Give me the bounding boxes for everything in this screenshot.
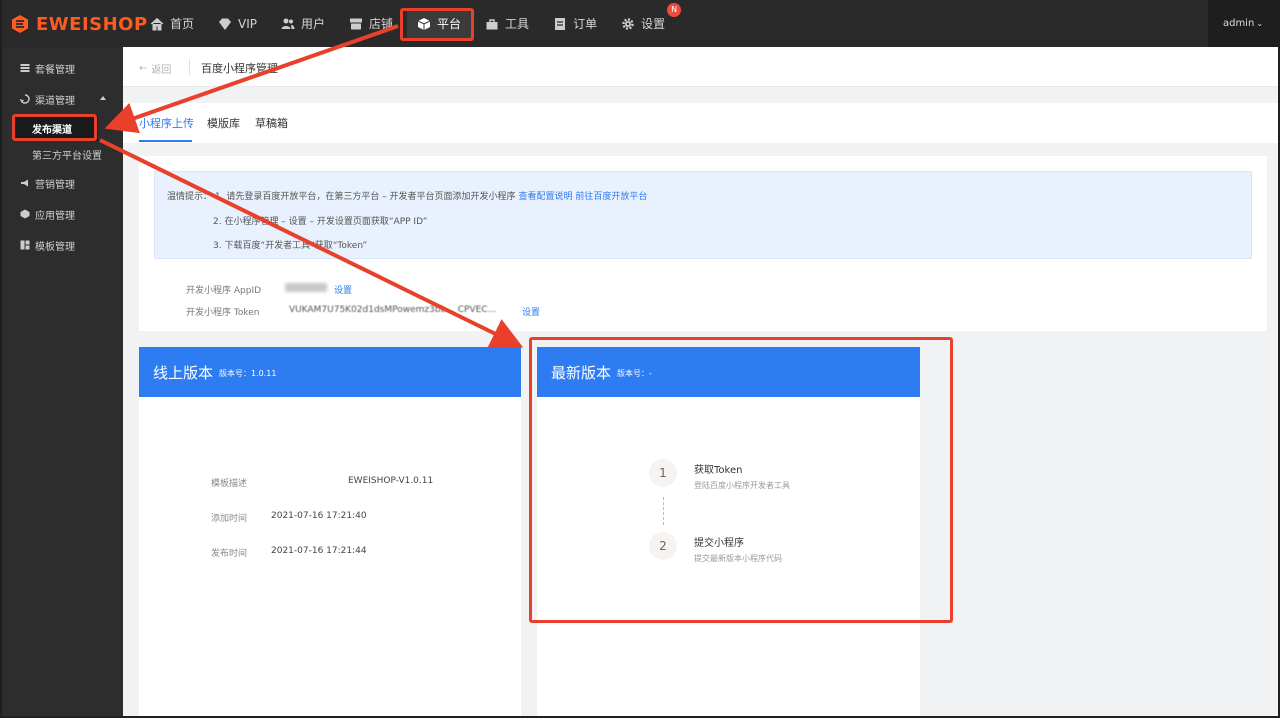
arrow-left-icon: ← xyxy=(139,63,148,74)
caret-up-icon xyxy=(100,96,106,100)
breadcrumb: ← 返回 百度小程序管理 xyxy=(123,47,1278,87)
brand-name: EWEISHOP xyxy=(36,13,148,35)
tab-upload[interactable]: 小程序上传 xyxy=(139,115,194,131)
appid-value-redacted xyxy=(285,283,327,292)
sidebar-item-marketing[interactable]: 营销管理 xyxy=(2,171,123,195)
template-desc-value: EWEISHOP-V1.0.11 xyxy=(348,476,434,486)
toolbox-icon xyxy=(485,17,499,31)
nav-item-store[interactable]: 店铺 xyxy=(339,8,403,40)
nav-item-home[interactable]: 首页 xyxy=(140,8,204,40)
logo-icon xyxy=(10,14,30,34)
store-icon xyxy=(349,17,363,31)
home-icon xyxy=(150,17,164,31)
token-set-link[interactable]: 设置 xyxy=(522,305,540,318)
page-title: 百度小程序管理 xyxy=(201,62,278,75)
tab-bar: 小程序上传 模版库 草稿箱 xyxy=(123,103,1278,143)
user-menu[interactable]: admin ⌄ xyxy=(1208,0,1278,47)
chevron-down-icon: ⌄ xyxy=(1256,19,1264,28)
nav-item-label: 用户 xyxy=(301,17,326,31)
tip-box: 温情提示： 1. 请先登录百度开放平台，在第三方平台 – 开发者平台页面添加开发… xyxy=(154,171,1252,259)
nav-item-label: 首页 xyxy=(170,17,195,31)
nav-item-label: 订单 xyxy=(573,17,598,31)
sidebar: 套餐管理 渠道管理 发布渠道 第三方平台设置 营销管理 应用管理 模板管理 xyxy=(2,47,123,716)
sidebar-item-label: 渠道管理 xyxy=(35,95,75,107)
notification-badge: N xyxy=(667,2,682,17)
online-version-header: 线上版本 版本号：1.0.11 xyxy=(139,347,521,397)
appid-label: 开发小程序 AppID xyxy=(186,286,262,296)
divider xyxy=(189,59,190,75)
marketing-icon xyxy=(20,178,30,188)
tip-text-1: 1. 请先登录百度开放平台，在第三方平台 – 开发者平台页面添加开发小程序 xyxy=(214,192,516,202)
back-label: 返回 xyxy=(151,65,172,76)
template-icon xyxy=(20,240,30,250)
brand-logo[interactable]: EWEISHOP xyxy=(10,10,148,38)
sidebar-item-packages[interactable]: 套餐管理 xyxy=(2,56,123,80)
sidebar-item-label: 应用管理 xyxy=(35,210,75,222)
sidebar-item-label: 模板管理 xyxy=(35,241,75,253)
sidebar-item-label: 套餐管理 xyxy=(35,64,75,76)
sidebar-item-channels[interactable]: 渠道管理 xyxy=(2,87,123,111)
active-tab-indicator xyxy=(139,140,192,142)
apps-icon xyxy=(20,209,30,219)
config-guide-link[interactable]: 查看配置说明 xyxy=(518,192,572,202)
sidebar-item-label: 营销管理 xyxy=(35,179,75,191)
back-button[interactable]: ← 返回 xyxy=(139,61,171,76)
nav-item-orders[interactable]: 订单 xyxy=(543,8,607,40)
sidebar-item-templates[interactable]: 模板管理 xyxy=(2,233,123,257)
highlight-publish-channel xyxy=(12,114,97,141)
online-version-card: 线上版本 版本号：1.0.11 模板描述 EWEISHOP-V1.0.11 添加… xyxy=(139,347,521,716)
channel-icon xyxy=(20,94,30,104)
nav-item-tools[interactable]: 工具 xyxy=(475,8,539,40)
highlight-latest-version xyxy=(529,337,953,623)
token-value: VUKAM7U75K02d1dsMPowemz3bb... CPVEC... xyxy=(289,305,497,315)
baidu-platform-link[interactable]: 前往百度开放平台 xyxy=(575,192,647,202)
order-icon xyxy=(553,17,567,31)
diamond-icon xyxy=(218,17,232,31)
nav-item-label: 工具 xyxy=(505,17,530,31)
package-icon xyxy=(20,63,30,73)
user-name: admin xyxy=(1222,18,1255,29)
added-time-label: 添加时间 xyxy=(211,514,248,524)
appid-set-link[interactable]: 设置 xyxy=(334,283,352,296)
sidebar-subitem-third-party[interactable]: 第三方平台设置 xyxy=(2,141,123,167)
added-time-value: 2021-07-16 17:21:40 xyxy=(271,511,367,521)
online-version-title: 线上版本 xyxy=(153,363,214,382)
token-label: 开发小程序 Token xyxy=(186,308,260,318)
tip-line-3: 3. 下载百度“开发者工具”获取“Token” xyxy=(213,241,368,251)
nav-item-label: 店铺 xyxy=(369,17,394,31)
online-version-number: 版本号：1.0.11 xyxy=(219,369,277,378)
config-panel: 温情提示： 1. 请先登录百度开放平台，在第三方平台 – 开发者平台页面添加开发… xyxy=(139,156,1267,331)
tip-line-2: 2. 在小程序管理 – 设置 – 开发设置页面获取“APP ID” xyxy=(213,217,428,227)
sidebar-subitem-label: 第三方平台设置 xyxy=(32,150,102,162)
tip-line-1: 温情提示： 1. 请先登录百度开放平台，在第三方平台 – 开发者平台页面添加开发… xyxy=(167,189,647,202)
highlight-platform-nav xyxy=(400,8,474,41)
tab-template-library[interactable]: 模版库 xyxy=(207,115,240,131)
tab-drafts[interactable]: 草稿箱 xyxy=(255,115,288,131)
users-icon xyxy=(281,17,295,31)
nav-item-vip[interactable]: VIP xyxy=(208,8,267,40)
top-bar: EWEISHOP 首页 VIP 用户 店铺 平台 工具 订单 设置 N admi… xyxy=(2,0,1278,47)
nav-item-settings[interactable]: 设置 N xyxy=(611,2,682,40)
nav-item-label: 设置 xyxy=(641,17,666,31)
nav-item-label: VIP xyxy=(238,16,257,31)
publish-time-value: 2021-07-16 17:21:44 xyxy=(271,546,367,556)
publish-time-label: 发布时间 xyxy=(211,549,248,559)
template-desc-label: 模板描述 xyxy=(211,479,248,489)
tip-prefix: 温情提示： xyxy=(167,192,213,202)
sidebar-item-apps[interactable]: 应用管理 xyxy=(2,202,123,226)
nav-item-users[interactable]: 用户 xyxy=(271,8,335,40)
gear-icon xyxy=(621,17,635,31)
